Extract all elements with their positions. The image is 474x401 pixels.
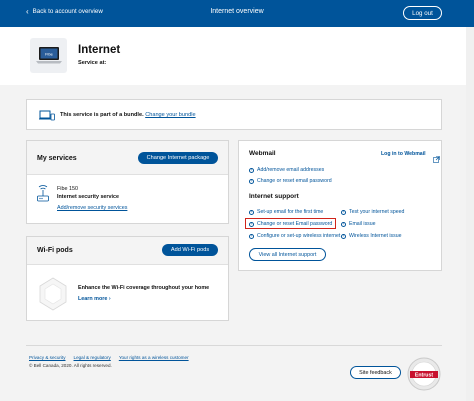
support-link-reset-email-password[interactable]: › Change or reset Email password: [249, 221, 332, 227]
webmail-login-link[interactable]: Log in to Webmail: [381, 151, 426, 157]
change-internet-package-button[interactable]: Change Internet package: [138, 152, 218, 164]
wifi-pods-header: Wi-Fi pods Add Wi-Fi pods: [27, 237, 228, 265]
arrow-circle-icon: ›: [249, 167, 254, 173]
wifi-pod-image: [36, 276, 70, 317]
external-link-icon: [433, 150, 440, 168]
support-link-wireless-setup[interactable]: › Configure or set-up wireless internet: [249, 233, 340, 239]
learn-more-link[interactable]: Learn more ›: [78, 296, 111, 302]
wifi-router-icon: [36, 184, 50, 209]
support-link-wireless-issue[interactable]: › Wireless Internet issue: [341, 233, 401, 239]
arrow-circle-icon: ›: [249, 221, 254, 227]
arrow-circle-icon: ›: [341, 221, 346, 227]
learn-more-label: Learn more: [78, 296, 108, 302]
webmail-link-label: Add/remove email addresses: [257, 167, 325, 173]
arrow-circle-icon: ›: [249, 233, 254, 239]
service-header: Fibe Internet Service at:: [0, 27, 474, 85]
support-link-label: Set-up email for the first time: [257, 209, 324, 215]
webmail-title: Webmail: [249, 150, 276, 157]
security-services-link[interactable]: Add/remove security services: [57, 205, 127, 211]
top-bar: ‹ Back to account overview Internet over…: [0, 0, 474, 27]
webmail-link-label: Change or reset email password: [257, 178, 332, 184]
support-link-setup-email[interactable]: › Set-up email for the first time: [249, 209, 323, 215]
bundle-notice: This service is part of a bundle. Change…: [26, 99, 442, 130]
support-link-speed-test[interactable]: › Test your internet speed: [341, 209, 404, 215]
support-link-label: Configure or set-up wireless internet: [257, 233, 341, 239]
support-link-email-issue[interactable]: › Email issue: [341, 221, 376, 227]
webmail-link-add-remove[interactable]: › Add/remove email addresses: [249, 167, 324, 173]
arrow-circle-icon: ›: [341, 209, 346, 215]
support-link-label: Email issue: [349, 221, 376, 227]
fibe-badge: Fibe: [45, 51, 54, 56]
chevron-right-icon: ›: [108, 296, 111, 302]
webmail-link-password[interactable]: › Change or reset email password: [249, 178, 332, 184]
service-address-label: Service at:: [78, 60, 107, 66]
footer-link-legal[interactable]: Legal & regulatory: [74, 355, 111, 360]
footer-divider: [26, 345, 442, 346]
internet-support-title: Internet support: [249, 193, 299, 200]
footer-links: Privacy & security Legal & regulatory Yo…: [29, 355, 189, 360]
service-name: Internet: [78, 44, 121, 56]
my-services-card: My services Change Internet package: [26, 140, 229, 224]
my-services-title: My services: [37, 155, 77, 162]
webmail-login-label: Log in to Webmail: [381, 151, 426, 157]
footer-link-rights[interactable]: Your rights as a wireless customer: [119, 355, 189, 360]
logout-button[interactable]: Log out: [403, 6, 442, 20]
support-link-label: Change or reset Email password: [257, 221, 333, 227]
bundle-devices-icon: [39, 109, 55, 127]
site-feedback-button[interactable]: Site feedback: [350, 366, 401, 379]
my-services-header: My services Change Internet package: [27, 141, 228, 175]
copyright-text: © Bell Canada, 2020. All rights reserved…: [29, 363, 112, 368]
arrow-circle-icon: ›: [341, 233, 346, 239]
plan-name: Fibe 150: [57, 186, 78, 192]
change-bundle-link[interactable]: Change your bundle: [145, 112, 195, 118]
arrow-circle-icon: ›: [249, 178, 254, 184]
page-scrollbar[interactable]: [466, 27, 474, 401]
support-link-label: Test your internet speed: [349, 209, 405, 215]
wifi-pods-title: Wi-Fi pods: [37, 247, 73, 254]
footer-link-privacy[interactable]: Privacy & security: [29, 355, 66, 360]
arrow-circle-icon: ›: [249, 209, 254, 215]
view-all-support-button[interactable]: View all Internet support: [249, 248, 326, 261]
add-wifi-pods-button[interactable]: Add Wi-Fi pods: [162, 244, 218, 256]
plan-subtitle: Internet security service: [57, 194, 120, 200]
laptop-icon: Fibe: [30, 38, 67, 73]
bundle-text: This service is part of a bundle.: [60, 112, 144, 118]
support-link-label: Wireless Internet issue: [349, 233, 402, 239]
wifi-pods-description: Enhance the Wi-Fi coverage throughout yo…: [78, 285, 210, 291]
entrust-seal-text: Entrust: [415, 372, 433, 378]
entrust-seal-icon[interactable]: Entrust: [407, 357, 441, 391]
